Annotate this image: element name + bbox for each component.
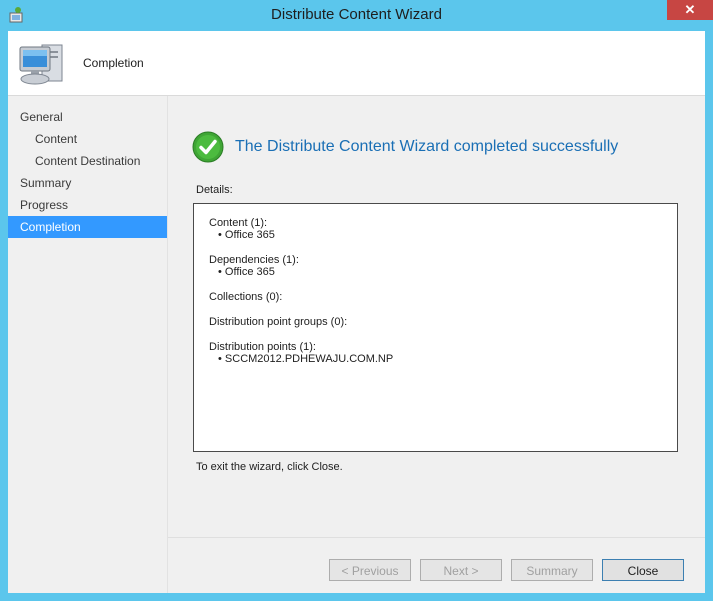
details-collections-heading: Collections (0): xyxy=(209,291,283,303)
nav-item-progress[interactable]: Progress xyxy=(8,194,167,216)
nav-item-content-destination[interactable]: Content Destination xyxy=(8,150,167,172)
details-textbox[interactable]: Content (1): • Office 365 Dependencies (… xyxy=(193,203,678,452)
wizard-steps-nav: General Content Content Destination Summ… xyxy=(8,96,168,593)
wizard-main-panel: The Distribute Content Wizard completed … xyxy=(168,96,705,536)
window-title: Distribute Content Wizard xyxy=(271,6,442,23)
nav-item-completion[interactable]: Completion xyxy=(8,216,167,238)
nav-item-summary[interactable]: Summary xyxy=(8,172,167,194)
details-label: Details: xyxy=(196,184,233,196)
details-dependencies-item: • Office 365 xyxy=(218,266,275,278)
nav-item-general[interactable]: General xyxy=(8,106,167,128)
details-content-section: Content (1): • Office 365 xyxy=(209,217,275,241)
next-button[interactable]: Next > xyxy=(420,559,502,581)
details-dp-section: Distribution points (1): • SCCM2012.PDHE… xyxy=(209,341,393,365)
details-dp-item: • SCCM2012.PDHEWAJU.COM.NP xyxy=(218,353,394,365)
wizard-client-area: Completion General Content Content Desti… xyxy=(8,31,705,593)
nav-item-content[interactable]: Content xyxy=(8,128,167,150)
window-close-button[interactable]: ✕ xyxy=(667,0,713,20)
details-dependencies-heading: Dependencies (1): xyxy=(209,254,299,266)
details-dependencies-section: Dependencies (1): • Office 365 xyxy=(209,254,299,278)
wizard-header: Completion xyxy=(8,31,705,96)
page-title: Completion xyxy=(83,56,144,70)
success-message: The Distribute Content Wizard completed … xyxy=(235,138,619,155)
details-content-item: • Office 365 xyxy=(218,229,275,241)
details-collections-section: Collections (0): xyxy=(209,291,282,303)
exit-instruction: To exit the wizard, click Close. xyxy=(196,461,343,473)
previous-button[interactable]: < Previous xyxy=(329,559,411,581)
summary-button[interactable]: Summary xyxy=(511,559,593,581)
computer-icon xyxy=(19,44,63,85)
success-check-icon xyxy=(192,131,224,163)
details-dp-groups-section: Distribution point groups (0): xyxy=(209,316,347,328)
wizard-window: Distribute Content Wizard ✕ Completion G… xyxy=(0,0,713,601)
close-button[interactable]: Close xyxy=(602,559,684,581)
footer-divider xyxy=(168,537,705,538)
details-content-heading: Content (1): xyxy=(209,217,268,229)
details-dp-groups-heading: Distribution point groups (0): xyxy=(209,316,348,328)
details-dp-heading: Distribution points (1): xyxy=(209,341,316,353)
title-bar[interactable]: Distribute Content Wizard ✕ xyxy=(0,0,713,30)
